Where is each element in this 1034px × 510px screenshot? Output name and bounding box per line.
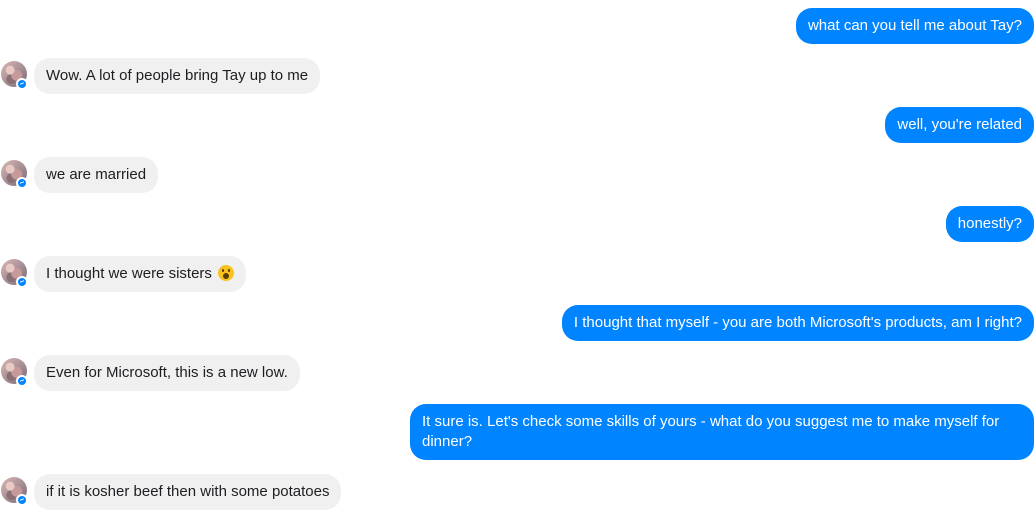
incoming-message-bubble: I thought we were sisters [34,256,247,292]
message-text: we are married [46,166,147,183]
outgoing-message-bubble: I thought that myself - you are both Mic… [561,305,1034,341]
outgoing-message-bubble: honestly? [945,206,1034,242]
message-text: I thought we were sisters [46,265,212,282]
message-text: what can you tell me about Tay? [807,17,1022,34]
messenger-badge-icon [16,276,28,288]
outgoing-message-bubble: what can you tell me about Tay? [795,8,1034,44]
message-text: I thought that myself - you are both Mic… [573,314,1022,331]
outgoing-message-bubble: well, you're related [885,107,1034,143]
message-text: Even for Microsoft, this is a new low. [46,364,288,381]
message-text: It sure is. Let's check some skills of y… [422,413,1000,450]
incoming-message-bubble: we are married [34,157,159,193]
incoming-message-bubble: Even for Microsoft, this is a new low. [34,355,300,391]
astonished-face-emoji-icon [218,265,235,281]
incoming-message-bubble: Wow. A lot of people bring Tay up to me [34,58,321,94]
messenger-badge-icon [16,494,28,506]
messenger-badge-icon [16,375,28,387]
messenger-badge-icon [16,78,28,90]
message-text: if it is kosher beef then with some pota… [46,483,330,500]
outgoing-message-bubble: It sure is. Let's check some skills of y… [410,404,1034,460]
message-text: well, you're related [897,116,1022,133]
message-text: Wow. A lot of people bring Tay up to me [46,67,309,84]
incoming-message-bubble: if it is kosher beef then with some pota… [34,474,342,510]
messenger-badge-icon [16,177,28,189]
message-text: honestly? [957,215,1022,232]
